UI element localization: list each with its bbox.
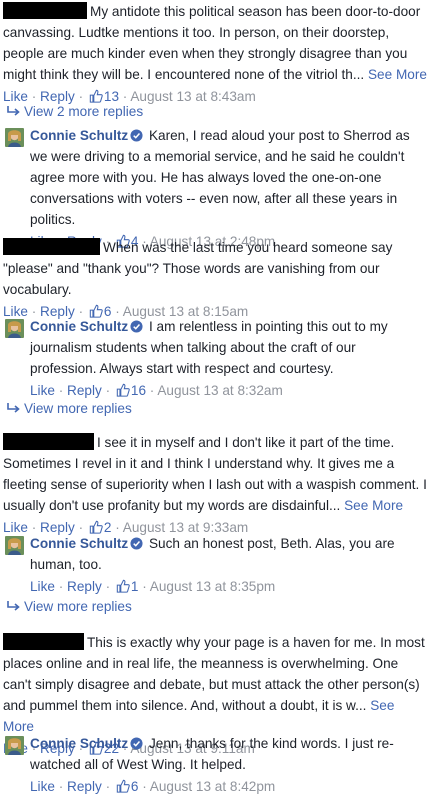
redacted-author-name: [3, 2, 87, 19]
thumbs-up-icon[interactable]: [116, 779, 130, 793]
reply-arrow-icon: [7, 601, 20, 611]
reply-link[interactable]: Reply: [67, 383, 102, 398]
reply: Connie Schultz Karen, I read aloud your …: [5, 125, 425, 252]
reply-author[interactable]: Connie Schultz: [30, 319, 128, 334]
reply-author[interactable]: Connie Schultz: [30, 128, 128, 143]
avatar[interactable]: [5, 128, 24, 147]
comment: When was the last time you heard someone…: [3, 237, 427, 322]
timestamp[interactable]: August 13 at 8:35pm: [150, 579, 275, 594]
verified-badge-icon: [130, 129, 143, 142]
like-link[interactable]: Like: [30, 383, 55, 398]
reply: Connie Schultz I am relentless in pointi…: [5, 316, 425, 401]
redacted-author-name: [3, 238, 100, 255]
reply: Connie Schultz Such an honest post, Beth…: [5, 533, 425, 597]
redacted-author-name: [3, 433, 94, 450]
avatar[interactable]: [5, 736, 24, 755]
see-more-link[interactable]: See More: [368, 67, 427, 82]
see-more-link[interactable]: See More: [344, 498, 403, 513]
timestamp[interactable]: August 13 at 8:43am: [130, 89, 255, 104]
reply-link[interactable]: Reply: [67, 579, 102, 594]
comments-thread: My antidote this political season has be…: [0, 0, 429, 794]
thumbs-up-icon[interactable]: [89, 520, 103, 534]
reply-author[interactable]: Connie Schultz: [30, 736, 128, 751]
view-more-replies-link[interactable]: View 2 more replies: [5, 101, 143, 122]
reply: Connie Schultz Jenn, thanks for the kind…: [5, 733, 425, 797]
reply-actions: Like · Reply · 1 · August 13 at 8:35pm: [30, 579, 276, 594]
reply-arrow-icon: [7, 403, 20, 413]
reply-author[interactable]: Connie Schultz: [30, 536, 128, 551]
thumbs-up-icon[interactable]: [116, 579, 130, 593]
avatar[interactable]: [5, 536, 24, 555]
like-link[interactable]: Like: [30, 579, 55, 594]
reply-arrow-icon: [7, 106, 20, 116]
thumbs-up-icon[interactable]: [116, 383, 130, 397]
timestamp[interactable]: August 13 at 8:32am: [157, 383, 282, 398]
verified-badge-icon: [130, 737, 143, 750]
view-more-replies-link[interactable]: View more replies: [5, 398, 132, 419]
view-more-replies-link[interactable]: View more replies: [5, 596, 132, 617]
like-count[interactable]: 16: [131, 383, 146, 398]
avatar[interactable]: [5, 319, 24, 338]
reply-actions: Like · Reply · 6 · August 13 at 8:42pm: [30, 779, 276, 794]
verified-badge-icon: [130, 537, 143, 550]
verified-badge-icon: [130, 320, 143, 333]
comment: My antidote this political season has be…: [3, 1, 427, 107]
comment: I see it in myself and I don't like it p…: [3, 432, 427, 538]
redacted-author-name: [3, 633, 84, 650]
